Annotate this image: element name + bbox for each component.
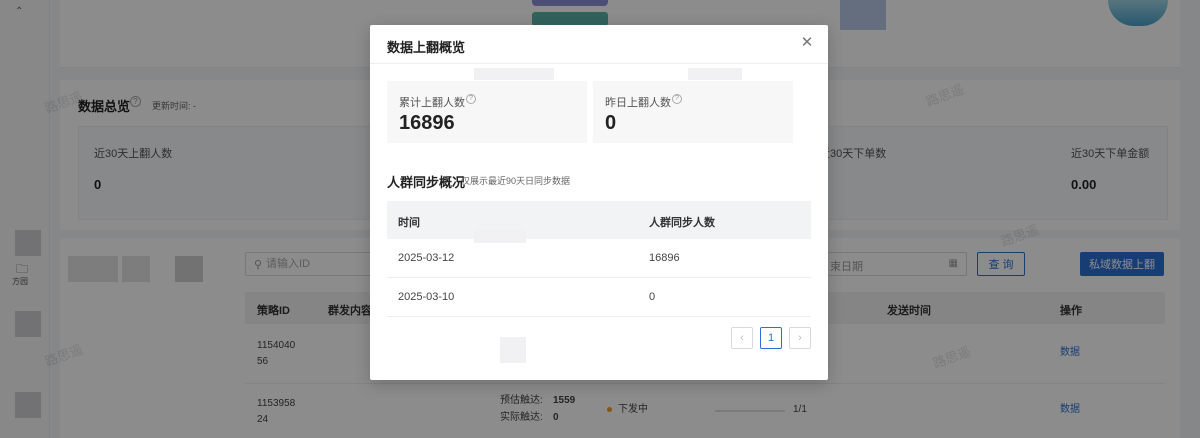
redacted-block — [474, 229, 526, 243]
column-header: 人群同步人数 — [649, 217, 715, 229]
sync-date: 2025-03-10 — [398, 291, 455, 303]
pagination-page-button[interactable]: 1 — [760, 327, 782, 349]
column-header: 时间 — [398, 217, 420, 229]
redacted-block — [500, 337, 526, 363]
stat-value: 16896 — [399, 112, 455, 134]
pagination-next-button[interactable]: › — [789, 327, 811, 349]
modal-header: 数据上翻概览 ✕ — [370, 25, 828, 64]
table-row: 2025-03-10 0 — [387, 278, 811, 317]
stat-value: 0 — [605, 112, 617, 134]
redacted-block — [688, 68, 742, 80]
table-row: 2025-03-12 16896 — [387, 239, 811, 278]
table-header: 时间 人群同步人数 — [387, 201, 811, 239]
help-icon[interactable]: ? — [466, 94, 476, 104]
redacted-block — [474, 68, 554, 80]
stat-card-yesterday: 昨日上翻人数 ? 0 — [593, 81, 793, 143]
close-icon[interactable]: ✕ — [798, 34, 816, 52]
sync-count: 0 — [649, 291, 656, 303]
sync-count: 16896 — [649, 252, 680, 264]
modal-title: 数据上翻概览 — [387, 40, 466, 55]
pagination-prev-button[interactable]: ‹ — [731, 327, 753, 349]
section-note: 仅展示最近90天日同步数据 — [461, 176, 571, 186]
data-upload-overview-modal: 数据上翻概览 ✕ 累计上翻人数 ? 16896 昨日上翻人数 ? 0 人群同步概… — [370, 25, 828, 380]
help-icon[interactable]: ? — [672, 94, 682, 104]
section-title: 人群同步概况 — [387, 175, 466, 190]
sync-date: 2025-03-12 — [398, 252, 455, 264]
stat-label: 累计上翻人数 — [399, 97, 465, 109]
stat-label: 昨日上翻人数 — [605, 97, 671, 109]
stat-card-total: 累计上翻人数 ? 16896 — [387, 81, 587, 143]
sync-table: 时间 人群同步人数 2025-03-12 16896 2025-03-10 0 — [387, 201, 811, 317]
